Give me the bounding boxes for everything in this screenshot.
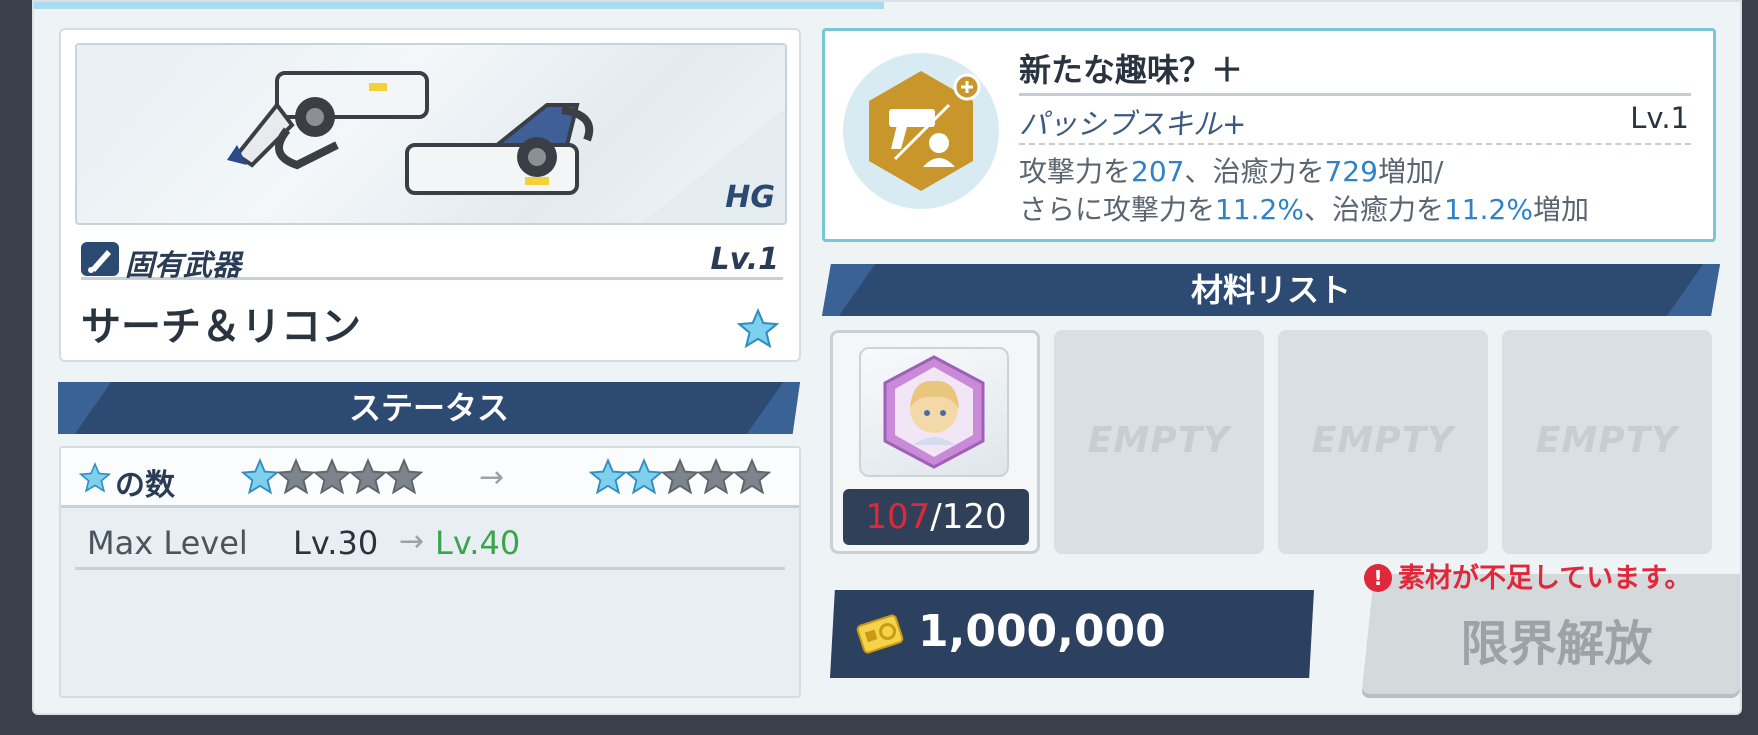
material-thumbnail — [859, 347, 1009, 477]
max-level-label: Max Level — [87, 524, 248, 562]
warning-icon: ! — [1364, 564, 1392, 592]
star-empty-icon — [697, 458, 735, 495]
skill-card: 新たな趣味？＋ パッシブスキル+ Lv.1 攻撃力を207、治癒力を729増加/… — [822, 28, 1716, 242]
material-count: 107/120 — [843, 489, 1029, 545]
material-slot-3[interactable]: EMPTY — [1278, 330, 1488, 554]
weapon-image: HG — [75, 43, 787, 225]
divider — [1019, 93, 1691, 96]
dual-pistol-icon — [77, 45, 785, 223]
weapon-class-label: HG — [725, 180, 775, 215]
star-filled-icon — [589, 458, 627, 495]
star-empty-icon — [313, 458, 351, 495]
star-icon — [79, 462, 111, 493]
weapon-name: サーチ＆リコン — [81, 304, 361, 350]
star-filled-icon — [625, 458, 663, 495]
star-count-label: の数 — [115, 468, 175, 503]
insufficient-materials-warning: ! 素材が不足しています。 — [1364, 556, 1692, 595]
top-accent-strip — [34, 2, 884, 9]
stars-from — [241, 458, 423, 496]
skill-level: Lv.1 — [1630, 101, 1689, 135]
empty-label: EMPTY — [1535, 420, 1679, 461]
arrow-icon: → — [399, 524, 425, 559]
cost-box: 1,000,000 — [830, 590, 1314, 678]
material-slot-1[interactable]: 107/120 — [830, 330, 1040, 554]
star-filled-icon — [241, 458, 279, 495]
weapon-type-label: 固有武器 — [125, 248, 242, 282]
skill-description: 攻撃力を207、治癒力を729増加/ さらに攻撃力を11.2%、治癒力を11.2… — [1019, 155, 1589, 226]
star-count-row: の数 → — [61, 448, 799, 508]
empty-label: EMPTY — [1311, 420, 1455, 461]
weapon-type-icon — [81, 242, 119, 276]
stars-to — [589, 458, 771, 496]
star-empty-icon — [277, 458, 315, 495]
material-slot-4[interactable]: EMPTY — [1502, 330, 1712, 554]
limit-break-panel: HG 固有武器 Lv.1 サーチ＆リコン ステータス の数 → Max Leve… — [32, 0, 1742, 715]
weapon-card: HG 固有武器 Lv.1 サーチ＆リコン — [59, 28, 801, 362]
materials-header: 材料リスト — [822, 264, 1720, 316]
arrow-icon: → — [479, 460, 505, 495]
star-empty-icon — [661, 458, 699, 495]
skill-name: 新たな趣味？＋ — [1019, 51, 1244, 89]
star-empty-icon — [733, 458, 771, 495]
cost-value: 1,000,000 — [918, 606, 1166, 657]
weapon-type-row: 固有武器 Lv.1 — [81, 240, 783, 282]
max-level-from: Lv.30 — [293, 524, 379, 562]
divider — [1019, 143, 1691, 145]
empty-label: EMPTY — [1087, 420, 1231, 461]
status-panel: の数 → Max Level Lv.30 → Lv.40 — [59, 446, 801, 698]
skill-pistol-icon — [869, 71, 981, 191]
star-empty-icon — [385, 458, 423, 495]
max-level-row: Max Level Lv.30 → Lv.40 — [75, 510, 785, 570]
star-icon — [737, 308, 779, 349]
star-empty-icon — [349, 458, 387, 495]
skill-type: パッシブスキル+ — [1019, 107, 1247, 141]
weapon-level: Lv.1 — [710, 242, 780, 277]
status-header: ステータス — [58, 382, 800, 434]
credit-icon — [856, 614, 904, 654]
max-level-to: Lv.40 — [435, 524, 521, 562]
character-portrait-icon — [883, 355, 985, 469]
material-slot-2[interactable]: EMPTY — [1054, 330, 1264, 554]
skill-icon-ring — [843, 53, 999, 209]
